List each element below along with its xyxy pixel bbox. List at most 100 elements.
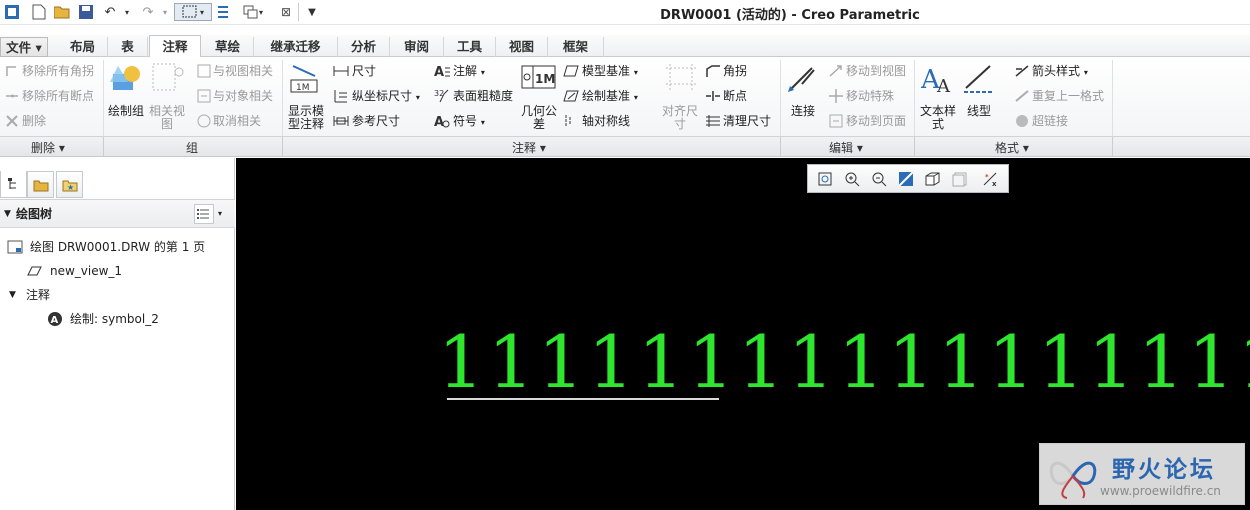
favorites-tab[interactable]: ★ <box>56 171 83 198</box>
display-style-icon[interactable] <box>922 169 943 189</box>
related-view-button[interactable]: 相关视图 <box>146 105 188 131</box>
expand-annotations-icon[interactable]: ▼ <box>9 286 16 304</box>
group-annotation-label[interactable]: 注释 ▾ <box>512 139 546 156</box>
repeat-last-format-button[interactable]: 重复上一格式 <box>1032 87 1104 105</box>
relate-to-view-icon <box>197 64 211 78</box>
model-tree-tab[interactable] <box>0 171 27 198</box>
refit-icon[interactable] <box>814 169 835 189</box>
reference-dimension-button[interactable]: 参考尺寸 <box>352 112 400 130</box>
delete-button[interactable]: 删除 <box>22 112 46 130</box>
tab-view[interactable]: 视图 <box>496 37 548 57</box>
breakpoint-icon <box>706 91 720 101</box>
cancel-relate-icon <box>197 114 211 128</box>
show-model-annotation-button[interactable]: 显示模型注释 <box>285 105 327 131</box>
tab-review[interactable]: 审阅 <box>390 37 444 57</box>
geometric-tolerance-button[interactable]: 几何公差 <box>519 105 559 131</box>
remove-all-breakpoints-button[interactable]: 移除所有断点 <box>22 87 94 105</box>
surface-finish-button[interactable]: 表面粗糙度 <box>453 87 513 105</box>
tab-sketch[interactable]: 草绘 <box>202 37 254 57</box>
move-special-button[interactable]: 移动特殊 <box>846 87 894 105</box>
tab-frame[interactable]: 框架 <box>548 37 604 57</box>
svg-text:x: x <box>992 180 997 187</box>
ribbon-separator <box>780 60 781 136</box>
sidebar-tab-row: ★ <box>0 158 235 200</box>
group-format-label[interactable]: 格式 ▾ <box>995 139 1029 156</box>
svg-text:*: * <box>985 173 989 181</box>
annotation-display-icon[interactable]: * x <box>980 169 1001 189</box>
reference-dimension-icon <box>333 116 349 126</box>
relate-to-view-button[interactable]: 与视图相关 <box>213 62 273 80</box>
draw-datum-button[interactable]: 绘制基准 ▾ <box>582 87 638 105</box>
zoom-out-icon[interactable] <box>868 169 889 189</box>
note-icon: A <box>434 65 450 79</box>
zoom-in-icon[interactable] <box>841 169 862 189</box>
tab-tools[interactable]: 工具 <box>444 37 496 57</box>
tab-legacy-migration[interactable]: 继承迁移 <box>254 37 338 57</box>
collapse-triangle-icon[interactable]: ▼ <box>4 205 11 223</box>
arrow-style-icon <box>1015 65 1029 77</box>
tab-table[interactable]: 表 <box>108 37 148 57</box>
relate-to-object-button[interactable]: 与对象相关 <box>213 87 273 105</box>
cleanup-dimension-button[interactable]: 清理尺寸 <box>723 112 771 130</box>
draw-group-button[interactable]: 绘制组 <box>107 105 145 118</box>
remove-breakpoints-icon <box>6 94 18 98</box>
drawing-text-symbol[interactable]: 11111111111111111 <box>438 317 1250 407</box>
move-special-icon <box>829 89 843 103</box>
delete-icon <box>6 115 18 127</box>
remove-corners-icon <box>6 66 16 76</box>
arrow-style-button[interactable]: 箭头样式 ▾ <box>1032 62 1088 80</box>
relate-to-object-icon <box>197 89 211 103</box>
connect-button[interactable]: 连接 <box>784 105 822 118</box>
axis-symmetry-icon <box>565 115 571 127</box>
group-delete-label[interactable]: 删除 ▾ <box>31 139 65 156</box>
group-separator <box>282 137 283 157</box>
tab-file[interactable]: 文件 ▾ <box>0 37 48 57</box>
remove-all-corners-button[interactable]: 移除所有角拐 <box>22 62 94 80</box>
show-model-annotation-icon: 1M <box>290 65 318 93</box>
cancel-relate-button[interactable]: 取消相关 <box>213 112 261 130</box>
ribbon-separator <box>1112 60 1113 136</box>
group-separator <box>914 137 915 157</box>
tree-item-annotations[interactable]: 注释 <box>26 286 50 304</box>
line-style-icon <box>964 65 994 93</box>
repaint-icon[interactable] <box>895 169 916 189</box>
group-edit-label[interactable]: 编辑 ▾ <box>829 139 863 156</box>
folders-icon <box>33 180 48 191</box>
draw-datum-icon <box>563 90 579 102</box>
ordinate-dimension-button[interactable]: 纵坐标尺寸 ▾ <box>352 87 420 105</box>
surface-finish-icon: 32 <box>434 89 449 103</box>
jog-button[interactable]: 角拐 <box>723 62 747 80</box>
symbol-button[interactable]: 符号 ▾ <box>453 112 485 130</box>
breakpoint-button[interactable]: 断点 <box>723 87 747 105</box>
text-style-button[interactable]: 文本样式 <box>918 105 958 131</box>
axis-symmetry-button[interactable]: 轴对称线 <box>582 112 630 130</box>
tab-layout[interactable]: 布局 <box>58 37 108 57</box>
note-button[interactable]: 注解 ▾ <box>453 62 485 80</box>
tree-item-symbol[interactable]: 绘制: symbol_2 <box>70 310 159 328</box>
align-dimension-button[interactable]: 对齐尺寸 <box>660 105 700 131</box>
move-to-view-button[interactable]: 移动到视图 <box>846 62 906 80</box>
model-datum-button[interactable]: 模型基准 ▾ <box>582 62 638 80</box>
hyperlink-button[interactable]: 超链接 <box>1032 112 1068 130</box>
tab-analysis[interactable]: 分析 <box>338 37 390 57</box>
move-to-page-button[interactable]: 移动到页面 <box>846 112 906 130</box>
svg-text:A: A <box>434 115 444 129</box>
saved-views-icon[interactable] <box>949 169 970 189</box>
dimension-button[interactable]: 尺寸 <box>352 62 376 80</box>
folder-browser-tab[interactable] <box>27 171 54 198</box>
tree-settings-button[interactable] <box>194 204 214 224</box>
group-separator <box>1112 137 1113 157</box>
tree-item-view[interactable]: new_view_1 <box>50 262 122 280</box>
ribbon-separator <box>103 60 104 136</box>
move-to-page-icon <box>829 114 843 128</box>
geometric-tolerance-icon: 1M <box>521 65 556 89</box>
list-settings-icon <box>197 209 209 219</box>
tree-settings-dropdown-icon[interactable]: ▾ <box>218 205 222 223</box>
text-style-icon: AA <box>921 65 951 96</box>
group-separator <box>780 137 781 157</box>
tree-item-drawing-sheet[interactable]: 绘图 DRW0001.DRW 的第 1 页 <box>30 238 205 256</box>
watermark-title: 野火论坛 <box>1112 457 1216 483</box>
line-style-button[interactable]: 线型 <box>960 105 998 118</box>
tab-annotate[interactable]: 注释 <box>149 35 201 58</box>
svg-text:1M: 1M <box>296 83 310 93</box>
